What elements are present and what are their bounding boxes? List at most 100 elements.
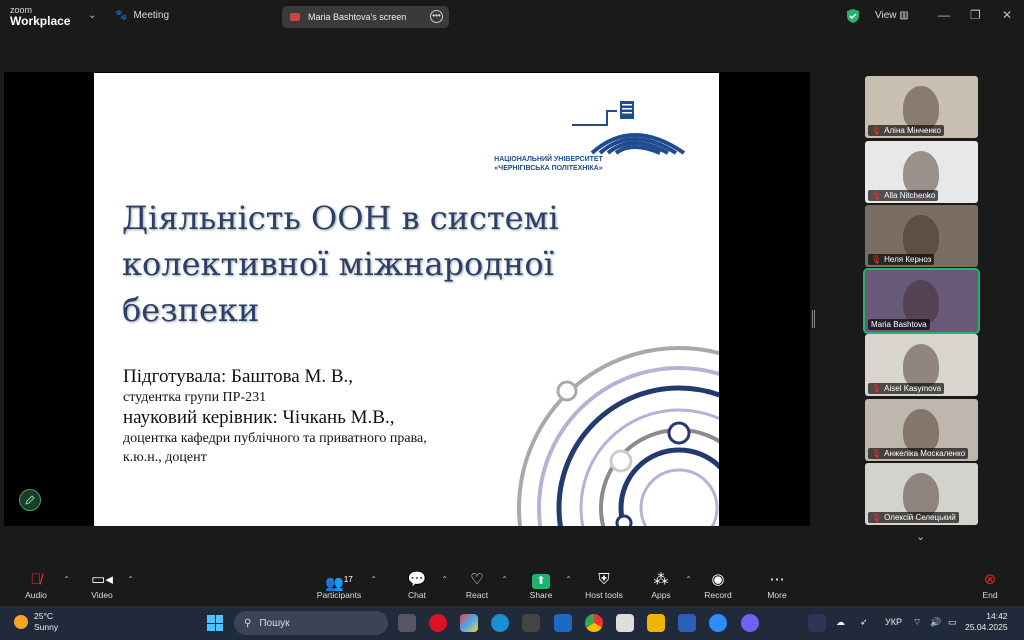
zoom-logo: zoom Workplace <box>10 5 70 27</box>
participant-video <box>903 279 939 324</box>
participant-video <box>903 473 939 517</box>
battery-icon[interactable]: ▭ <box>948 617 957 628</box>
meeting-label: Meeting <box>133 10 170 21</box>
participant-name: Aisel Kasymova <box>884 384 942 393</box>
prepared-by: Підготувала: Баштова М. В., <box>123 366 354 387</box>
university-name: НАЦІОНАЛЬНИЙ УНІВЕРСИТЕТ «ЧЕРНІГІВСЬКА П… <box>486 155 611 173</box>
participant-tile[interactable]: Maria Bashtova <box>863 267 980 334</box>
participant-name-tag: 🎙 Aisel Kasymova <box>868 383 945 394</box>
end-label: End <box>982 590 998 600</box>
video-caret-icon[interactable]: ⌃ <box>127 575 134 584</box>
view-button[interactable]: View ▥ <box>875 10 909 21</box>
react-caret-icon[interactable]: ⌃ <box>501 575 508 584</box>
supervisor-role: доцентка кафедри публічного та приватног… <box>123 431 427 446</box>
chat-label: Chat <box>408 590 426 600</box>
react-label: React <box>465 590 489 600</box>
participant-tile[interactable]: 🎙 Олексій Селецький <box>865 463 978 525</box>
viber-icon[interactable] <box>741 614 759 632</box>
chat-bubble-icon: 💬 <box>407 571 427 588</box>
task-view-icon[interactable] <box>398 614 416 632</box>
slide-title: Діяльність ООН в системі колективної між… <box>122 199 559 329</box>
participant-tile[interactable]: 🎙 Alla Nitchenko <box>865 140 978 203</box>
participants-label: Participants <box>316 590 362 600</box>
annotate-pencil-icon[interactable] <box>19 489 41 511</box>
screen-share-label: Maria Bashtova's screen <box>308 12 407 22</box>
more-label: More <box>767 590 787 600</box>
zoom-taskbar-icon[interactable] <box>709 614 727 632</box>
participant-tile[interactable]: 🎙 Aisel Kasymova <box>865 334 978 396</box>
participant-name: Анжеліка Москаленко <box>884 448 966 458</box>
weather-widget[interactable]: 25°C Sunny <box>14 611 58 633</box>
participant-name-tag: 🎙 Аліна Мінченко <box>868 125 944 136</box>
screen-share-pill[interactable]: Maria Bashtova's screen ••• <box>282 6 449 28</box>
taskbar-search[interactable]: ⚲ Пошук <box>234 611 388 635</box>
mic-muted-icon: 🎙 <box>871 255 882 264</box>
apps-button[interactable]: ⁂ Apps ⌃ <box>631 570 692 600</box>
copilot-icon[interactable] <box>460 614 478 632</box>
record-icon: ◉ <box>711 571 725 588</box>
record-button[interactable]: ◉ Record <box>688 570 748 600</box>
video-button[interactable]: ▭◂ Video ⌃ <box>72 570 134 600</box>
language-indicator[interactable]: УКР <box>885 617 902 627</box>
gallery-scroll-down-icon[interactable]: ⌄ <box>916 530 925 543</box>
file-explorer-icon[interactable] <box>647 614 665 632</box>
temperature: 25°C <box>34 611 53 621</box>
heart-icon: ♡ <box>470 571 484 588</box>
participant-name-tag: 🎙 Олексій Селецький <box>868 512 959 523</box>
meeting-toolbar: 🎙̸ Audio ⌃ ▭◂ Video ⌃ 👥17 Participants ⌃ 💬 Chat… <box>0 566 1024 606</box>
host-tools-button[interactable]: ⛨ Host tools <box>574 570 634 600</box>
store-icon[interactable] <box>522 614 540 632</box>
participant-name: Неля Керноз <box>884 255 932 264</box>
participants-button[interactable]: 👥17 Participants ⌃ <box>309 570 377 600</box>
video-camera-icon: ▭◂ <box>91 571 113 588</box>
clock-time: 14:42 <box>986 611 1008 621</box>
panel-resize-handle[interactable] <box>812 310 815 328</box>
meeting-menu[interactable]: 🐾 Meeting <box>115 10 169 21</box>
chevron-down-icon[interactable]: ⌄ <box>88 10 96 21</box>
share-caret-icon[interactable]: ⌃ <box>565 575 572 584</box>
word-icon[interactable] <box>678 614 696 632</box>
apps-icon: ⁂ <box>653 571 669 588</box>
participant-name: Maria Bashtova <box>871 319 927 329</box>
taskbar-clock[interactable]: 14:42 25.04.2025 <box>965 611 1008 633</box>
audio-button[interactable]: 🎙̸ Audio ⌃ <box>6 570 70 600</box>
audio-caret-icon[interactable]: ⌃ <box>63 575 70 584</box>
record-label: Record <box>704 590 732 600</box>
taskbar-app-icon[interactable] <box>808 614 826 632</box>
paw-icon: 🐾 <box>115 10 128 21</box>
edge-icon[interactable] <box>491 614 509 632</box>
participant-name-tag: 🎙 Неля Керноз <box>868 254 935 265</box>
opera-icon[interactable] <box>429 614 447 632</box>
participant-name: Аліна Мінченко <box>884 126 941 135</box>
send-icon[interactable]: ➶ <box>860 617 868 628</box>
cloud-icon[interactable]: ☁ <box>836 617 845 628</box>
chrome-icon[interactable] <box>585 614 603 632</box>
mic-muted-icon: 🎙 <box>871 190 882 200</box>
volume-icon[interactable]: 🔊 <box>930 617 941 628</box>
search-placeholder: Пошук <box>259 617 290 629</box>
participants-caret-icon[interactable]: ⌃ <box>370 575 377 584</box>
wifi-icon[interactable]: ⌔ <box>913 617 921 628</box>
app-icon-2[interactable] <box>616 614 634 632</box>
participant-video <box>903 215 939 259</box>
maximize-icon[interactable]: ❐ <box>970 8 981 22</box>
participant-name-tag: 🎙 Анжеліка Москаленко <box>868 447 969 459</box>
participant-tile[interactable]: 🎙 Анжеліка Москаленко <box>865 398 978 461</box>
end-meeting-button[interactable]: ⊗ End <box>960 570 1020 600</box>
share-button[interactable]: ⬆ Share ⌃ <box>511 570 572 600</box>
close-icon[interactable]: ✕ <box>1002 8 1012 22</box>
participant-tile[interactable]: 🎙 Неля Керноз <box>865 205 978 267</box>
mic-muted-icon: 🎙 <box>871 126 882 135</box>
react-button[interactable]: ♡ React ⌃ <box>447 570 508 600</box>
participant-tile[interactable]: 🎙 Аліна Мінченко <box>865 76 978 138</box>
participants-count: 17 <box>343 575 353 584</box>
more-options-icon[interactable]: ••• <box>430 10 443 23</box>
chat-button[interactable]: 💬 Chat ⌃ <box>387 570 448 600</box>
security-shield-icon[interactable] <box>847 9 859 23</box>
app-icon[interactable] <box>554 614 572 632</box>
minimize-icon[interactable]: — <box>938 8 950 22</box>
participant-video <box>903 344 939 388</box>
windows-start-icon[interactable] <box>207 615 223 631</box>
more-button[interactable]: ⋯ More <box>747 570 807 600</box>
windows-taskbar: 25°C Sunny ⚲ Пошук ☁ ➶ УКР ⌔ 🔊 ▭ 14:42 2… <box>0 606 1024 640</box>
